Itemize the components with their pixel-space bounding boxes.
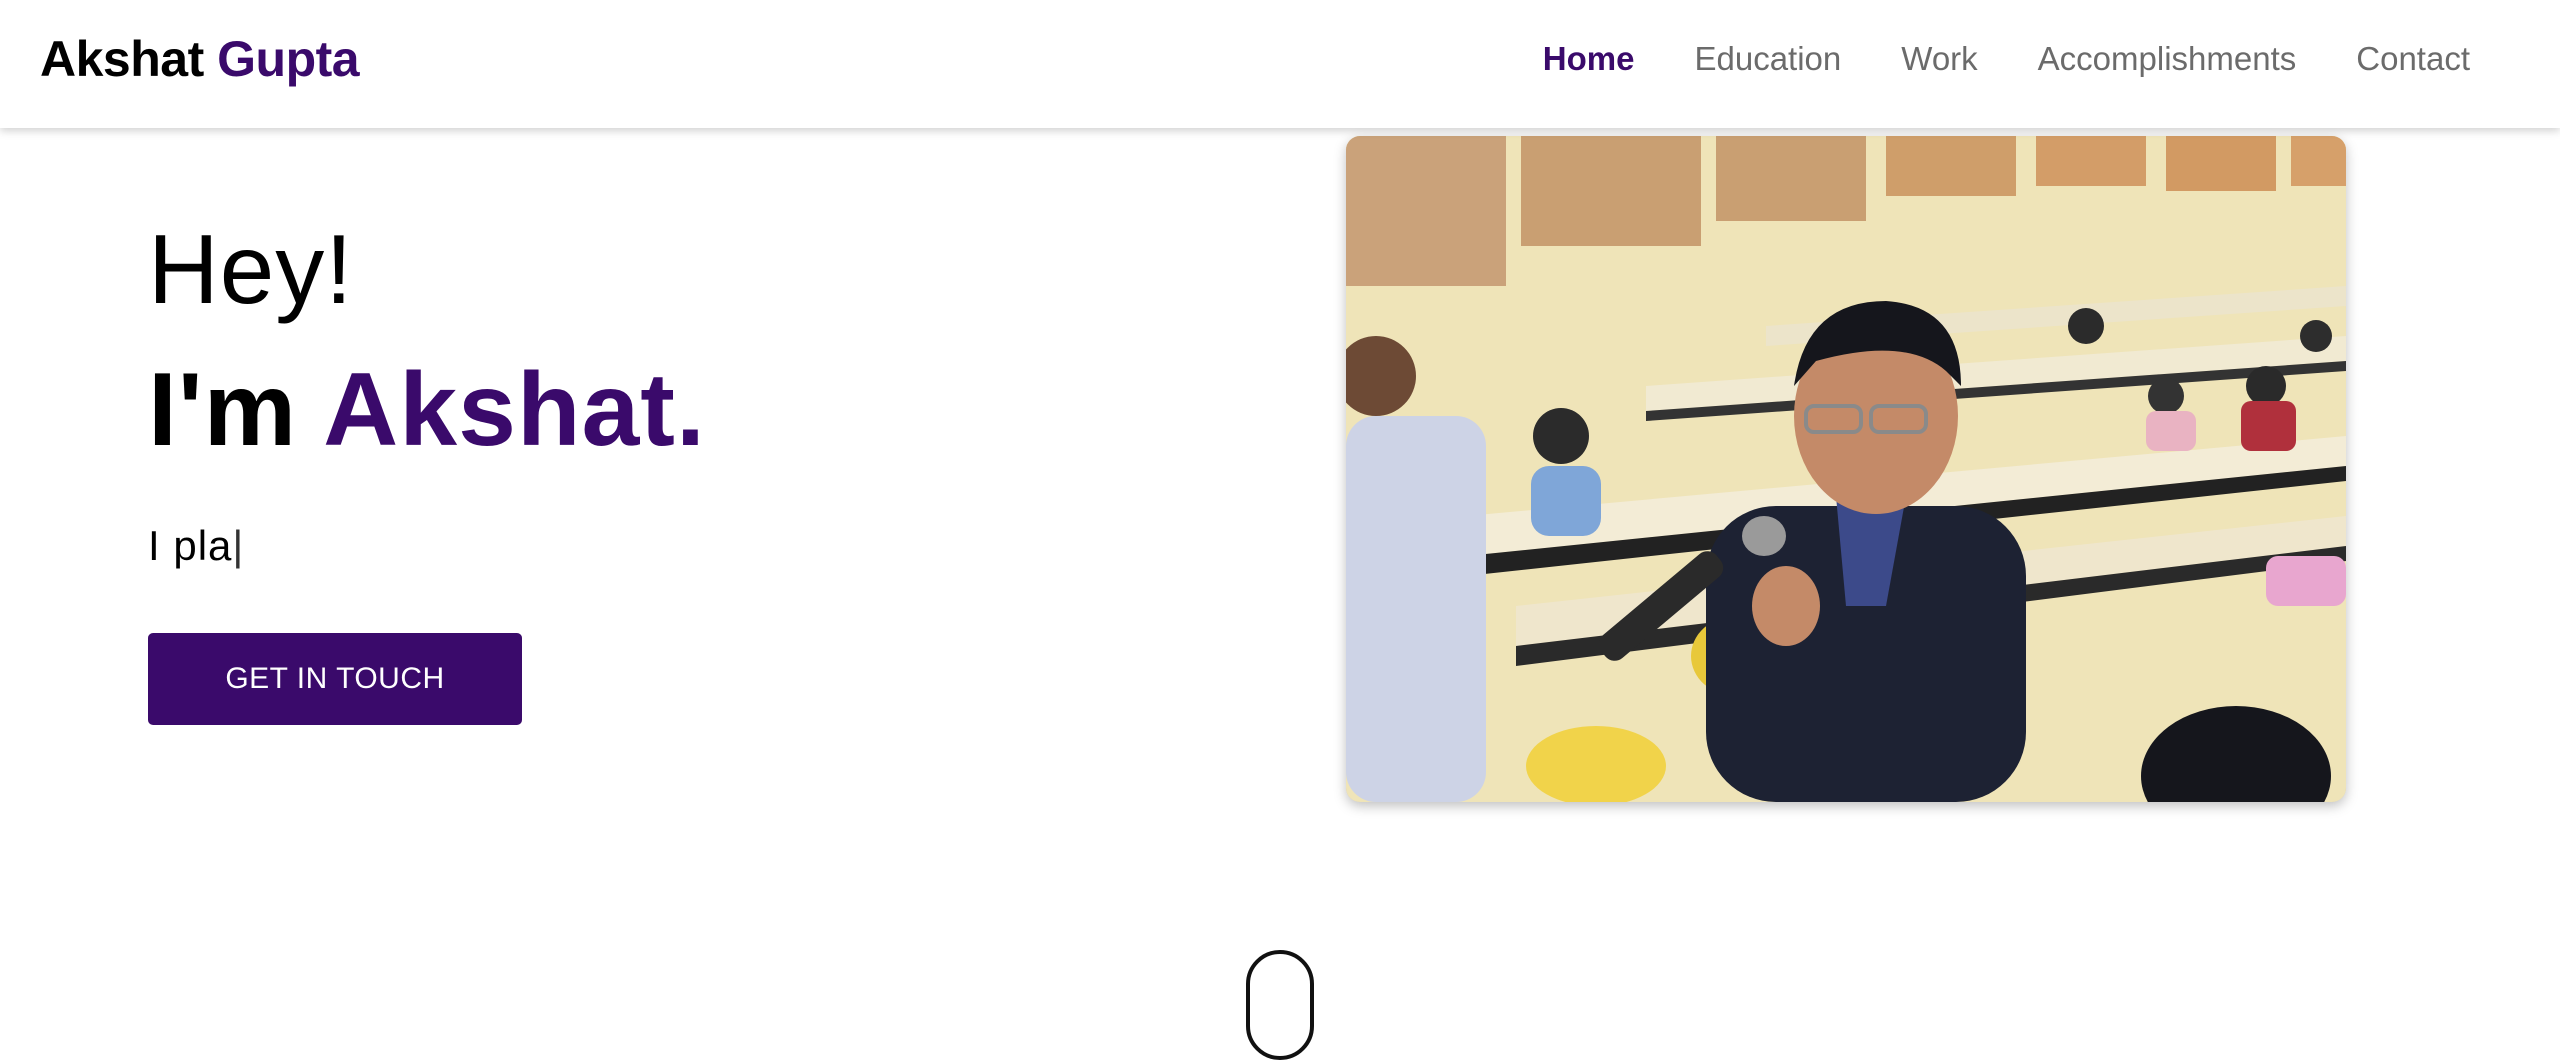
typed-text: I pla — [148, 522, 233, 569]
hero-greeting: Hey! — [148, 214, 354, 324]
nav-work[interactable]: Work — [1901, 40, 1977, 78]
main-nav: Home Education Work Accomplishments Cont… — [1543, 40, 2470, 78]
site-logo[interactable]: Akshat Gupta — [40, 30, 360, 88]
hero-intro: I'm Akshat. — [148, 358, 706, 462]
get-in-touch-button[interactable]: GET IN TOUCH — [148, 633, 522, 725]
hero-text: Hey! I'm Akshat. I pla| — [148, 220, 706, 572]
speaker-photo-illustration — [1346, 136, 2346, 802]
site-header: Akshat Gupta Home Education Work Accompl… — [0, 0, 2560, 128]
nav-education[interactable]: Education — [1694, 40, 1841, 78]
profile-photo — [1346, 136, 2346, 802]
mouse-scroll-icon[interactable] — [1246, 950, 1314, 1060]
intro-prefix: I'm — [148, 352, 298, 468]
typing-caret: | — [232, 522, 245, 569]
logo-last-name: Gupta — [217, 31, 360, 87]
logo-first-name: Akshat — [40, 31, 204, 87]
nav-accomplishments[interactable]: Accomplishments — [2038, 40, 2297, 78]
typed-tagline: I pla| — [148, 522, 706, 572]
nav-contact[interactable]: Contact — [2356, 40, 2470, 78]
nav-home[interactable]: Home — [1543, 40, 1635, 78]
intro-name: Akshat. — [323, 352, 706, 468]
